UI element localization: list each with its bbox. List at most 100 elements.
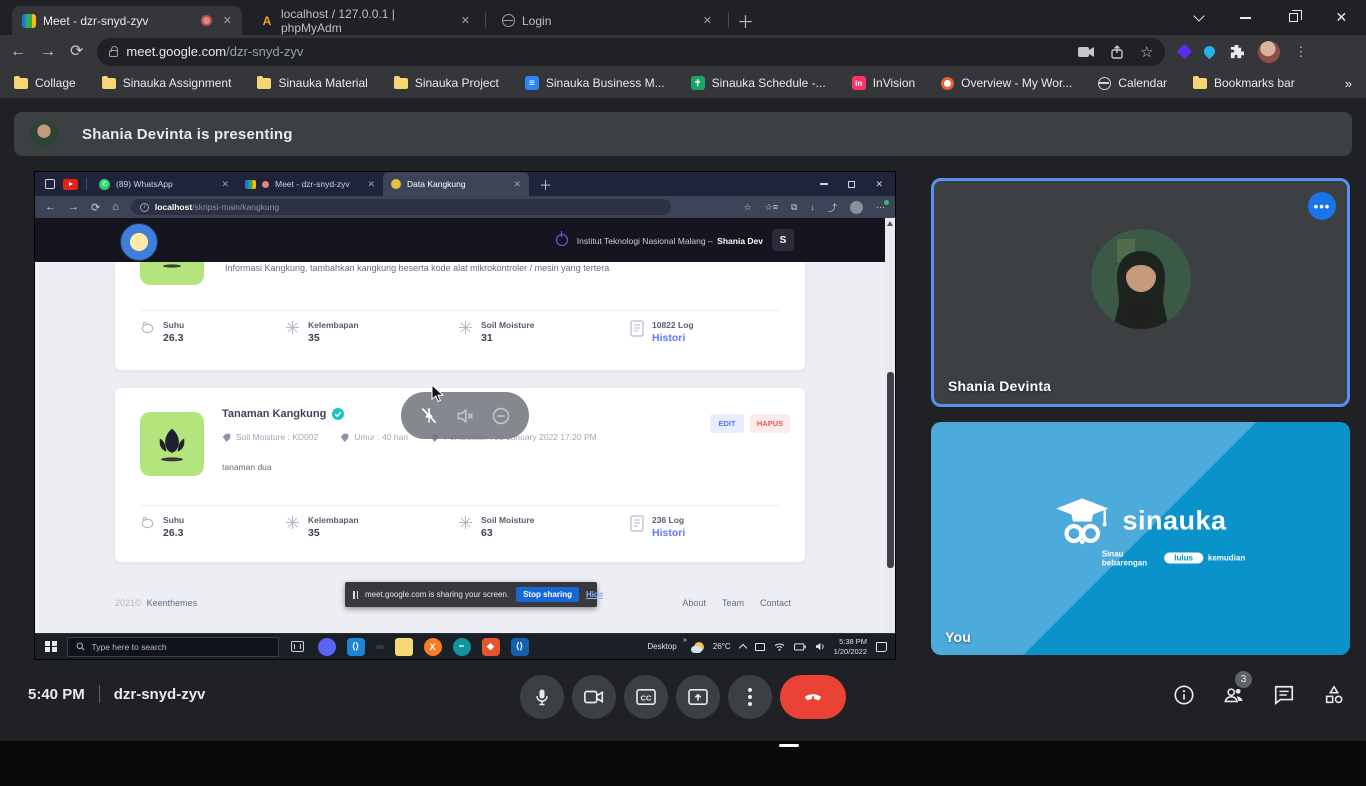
power-icon[interactable]: [556, 234, 568, 246]
volume-off-icon[interactable]: [455, 406, 475, 426]
reload-icon[interactable]: ⟳: [91, 201, 100, 214]
microphone-button[interactable]: [520, 675, 564, 719]
bookmark-sinauka-assignment[interactable]: Sinauka Assignment: [102, 76, 232, 90]
activities-button[interactable]: [1322, 683, 1346, 707]
close-button[interactable]: ✕: [1335, 9, 1347, 26]
site-info-icon[interactable]: i: [140, 203, 149, 212]
extension-purple-icon[interactable]: [1177, 44, 1193, 60]
tab-capture-icon[interactable]: [1078, 46, 1094, 58]
footer-link-about[interactable]: About: [682, 598, 706, 608]
temperature-reading[interactable]: 26°C: [713, 642, 731, 651]
tab-close-icon[interactable]: ✕: [461, 14, 470, 27]
page-scrollbar[interactable]: [885, 218, 895, 633]
bookmark-overview[interactable]: Overview - My Wor...: [941, 76, 1072, 90]
delete-button[interactable]: HAPUS: [750, 414, 790, 433]
orange-app-icon[interactable]: ◆: [482, 638, 500, 656]
restore-button[interactable]: [848, 181, 855, 188]
bookmark-sinauka-schedule[interactable]: Sinauka Schedule -...: [691, 76, 826, 90]
bookmark-invision[interactable]: inInVision: [852, 76, 915, 90]
histori-link[interactable]: Histori: [652, 332, 694, 344]
camera-button[interactable]: [572, 675, 616, 719]
meeting-details-button[interactable]: [1172, 683, 1196, 707]
address-bar[interactable]: meet.google.com/dzr-snyd-zyv ☆: [97, 38, 1165, 66]
site-user-avatar[interactable]: S: [772, 229, 794, 251]
histori-link[interactable]: Histori: [652, 527, 685, 539]
extension-droplet-icon[interactable]: [1202, 44, 1218, 60]
share-icon[interactable]: [1110, 45, 1124, 59]
pin-off-icon[interactable]: [419, 406, 439, 426]
shared-screen[interactable]: ✆ (89) WhatsApp ✕ Meet - dzr-snyd-zyv ✕ …: [35, 172, 895, 659]
puzzle-extensions-icon[interactable]: [1229, 44, 1244, 59]
tab-close-icon[interactable]: ✕: [703, 14, 712, 27]
scroll-up-icon[interactable]: [887, 221, 893, 226]
teal-app-icon[interactable]: ∞: [453, 638, 471, 656]
forward-icon[interactable]: →: [68, 201, 79, 213]
participants-button[interactable]: 3: [1222, 683, 1246, 707]
participant-tile-shania[interactable]: ••• Shania Devinta: [931, 178, 1350, 407]
bookmark-sinauka-material[interactable]: Sinauka Material: [257, 76, 367, 90]
end-call-button[interactable]: [780, 675, 846, 719]
vscode-insiders-icon[interactable]: ⟨⟩: [511, 638, 529, 656]
back-icon[interactable]: ←: [45, 201, 56, 213]
bookmark-calendar[interactable]: Calendar: [1098, 76, 1167, 90]
volume-icon[interactable]: [815, 642, 825, 651]
chat-button[interactable]: [1272, 683, 1296, 707]
bookmark-bookmarks-bar[interactable]: Bookmarks bar: [1193, 76, 1295, 90]
bookmark-sinauka-business[interactable]: Sinauka Business M...: [525, 76, 665, 90]
tile-options-button[interactable]: •••: [1308, 192, 1336, 220]
footer-link-team[interactable]: Team: [722, 598, 744, 608]
tab-close-icon[interactable]: ✕: [367, 179, 375, 190]
edge-profile-avatar[interactable]: [850, 201, 863, 214]
vscode-icon[interactable]: ⟨⟩: [347, 638, 365, 656]
favorites-star-icon[interactable]: ☆: [744, 202, 752, 213]
xampp-icon[interactable]: X: [424, 638, 442, 656]
file-explorer-icon[interactable]: [395, 638, 413, 656]
profile-avatar[interactable]: [1258, 41, 1280, 63]
edge-active-app[interactable]: [376, 645, 384, 649]
desktop-toolbar[interactable]: Desktop»: [647, 642, 684, 651]
hide-link[interactable]: Hide: [586, 590, 603, 599]
inner-tab-meet[interactable]: Meet - dzr-snyd-zyv ✕: [237, 172, 383, 196]
favorites-list-icon[interactable]: ☆≡: [765, 202, 778, 213]
taskbar-search-input[interactable]: Type here to search: [67, 637, 279, 657]
minimize-button[interactable]: [820, 183, 828, 185]
bookmark-collage[interactable]: Collage: [14, 76, 76, 90]
close-button[interactable]: ✕: [875, 179, 883, 190]
battery-icon[interactable]: [794, 643, 806, 651]
bookmark-star-icon[interactable]: ☆: [1140, 43, 1153, 61]
new-tab-button[interactable]: ＋: [539, 175, 552, 194]
hidden-icons-chevron[interactable]: [738, 643, 746, 651]
forward-icon[interactable]: →: [40, 44, 56, 60]
edge-menu-icon[interactable]: ⋯: [876, 202, 885, 213]
start-button-icon[interactable]: [45, 641, 57, 653]
share-icon[interactable]: ⤴: [828, 201, 837, 214]
discord-icon[interactable]: [318, 638, 336, 656]
chevron-down-icon[interactable]: [1193, 10, 1204, 21]
back-icon[interactable]: ←: [10, 44, 26, 60]
tab-phpmyadmin[interactable]: A localhost / 127.0.0.1 | phpMyAdm ✕: [250, 6, 480, 35]
scrollbar-thumb[interactable]: [887, 372, 894, 568]
chrome-menu-icon[interactable]: ⋮: [1294, 44, 1307, 60]
tab-login[interactable]: Login ✕: [492, 6, 722, 35]
downloads-icon[interactable]: ↓: [810, 202, 815, 212]
more-options-button[interactable]: [728, 675, 772, 719]
footer-link-contact[interactable]: Contact: [760, 598, 791, 608]
youtube-pinned-tab-icon[interactable]: [63, 179, 78, 190]
device-icon[interactable]: [755, 643, 765, 651]
captions-button[interactable]: CC: [624, 675, 668, 719]
inner-address-bar[interactable]: i localhost/skripsi-main/kangkung: [131, 199, 671, 215]
tab-close-icon[interactable]: ✕: [223, 14, 232, 27]
bookmarks-overflow-icon[interactable]: »: [1345, 76, 1352, 91]
edit-button[interactable]: EDIT: [710, 414, 744, 433]
restore-button[interactable]: [1289, 13, 1298, 22]
action-center-icon[interactable]: [876, 642, 887, 652]
taskbar-clock[interactable]: 5:38 PM1/20/2022: [834, 637, 867, 656]
task-view-icon[interactable]: [291, 641, 304, 652]
inner-tab-whatsapp[interactable]: ✆ (89) WhatsApp ✕: [91, 172, 237, 196]
tab-close-icon[interactable]: ✕: [513, 179, 521, 190]
minimize-button[interactable]: [1240, 17, 1251, 19]
remove-from-call-icon[interactable]: [491, 406, 511, 426]
tab-close-icon[interactable]: ✕: [221, 179, 229, 190]
collections-icon[interactable]: ⧉: [791, 202, 797, 213]
tab-meet[interactable]: Meet - dzr-snyd-zyv ✕: [12, 6, 242, 35]
